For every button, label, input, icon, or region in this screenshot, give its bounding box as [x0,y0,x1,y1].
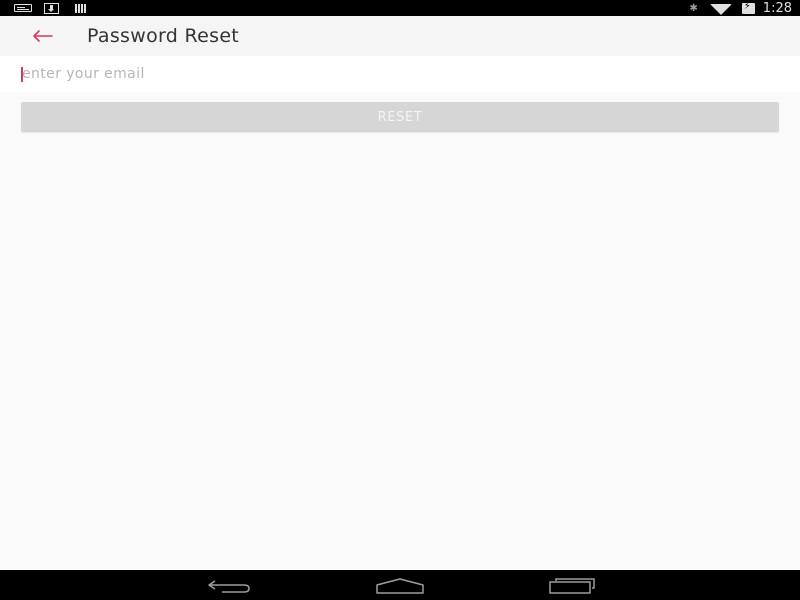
download-icon [44,2,59,14]
nav-back-icon [208,580,250,593]
battery-charging-icon [741,1,755,14]
text-cursor [21,67,23,82]
status-bar: ✱ 1:28 [0,0,800,16]
nav-home-button[interactable] [375,576,425,596]
page-title: Password Reset [87,25,240,47]
nav-recents-button[interactable] [548,576,596,596]
status-time: 1:28 [762,0,792,16]
status-bar-notifications [14,2,86,14]
message-icon [14,4,32,12]
nav-back-button[interactable] [205,576,253,596]
reset-button[interactable]: RESET [21,102,779,132]
nav-recents-icon [549,578,595,594]
status-bar-system: ✱ 1:28 [689,0,792,16]
app-bar: Password Reset [0,16,800,56]
email-row [0,56,800,92]
signal-bars-icon [75,3,86,13]
nav-home-icon [376,578,424,594]
back-button[interactable] [28,24,56,48]
navigation-bar [0,570,800,600]
wifi-icon [709,3,732,15]
email-field[interactable] [20,62,780,86]
bluetooth-icon: ✱ [689,2,698,14]
arrow-back-icon [33,30,53,42]
